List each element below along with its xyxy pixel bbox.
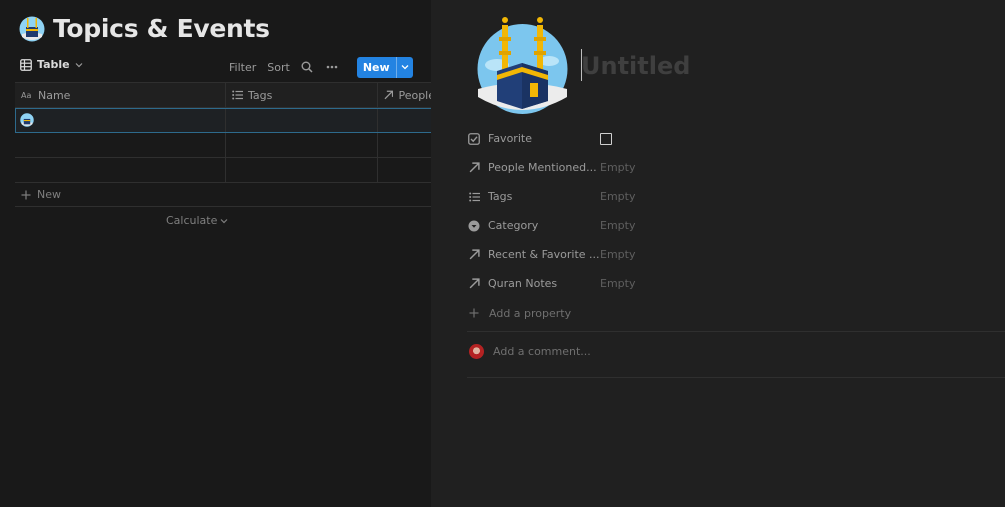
property-value[interactable]: Empty	[600, 248, 635, 261]
page-title: Topics & Events	[53, 14, 270, 43]
table-row[interactable]	[15, 133, 431, 158]
filter-button[interactable]: Filter	[229, 61, 256, 74]
view-label: Table	[37, 58, 70, 71]
plus-icon	[21, 190, 31, 199]
people-cell[interactable]	[378, 158, 431, 182]
column-header-tags[interactable]: Tags	[226, 83, 378, 107]
property-favorite[interactable]: Favorite	[467, 124, 1005, 153]
name-cell[interactable]	[15, 108, 226, 132]
property-name: Tags	[488, 190, 513, 203]
column-label: Name	[38, 88, 71, 102]
more-options-button[interactable]	[326, 65, 338, 69]
favorite-checkbox[interactable]	[600, 132, 612, 145]
relation-arrow-icon	[469, 249, 480, 260]
column-label: People	[398, 88, 431, 102]
column-label: Tags	[248, 88, 273, 102]
tags-cell[interactable]	[226, 133, 378, 157]
people-cell[interactable]	[378, 108, 431, 132]
property-quran-notes[interactable]: Quran Notes Empty	[467, 269, 1005, 298]
property-label[interactable]: People Mentioned...	[467, 161, 600, 174]
property-name: Quran Notes	[488, 277, 558, 290]
property-value[interactable]: Empty	[600, 277, 635, 290]
chevron-down-icon	[401, 65, 409, 70]
checkbox-property-icon	[468, 132, 480, 145]
chevron-down-icon	[75, 62, 83, 67]
add-row-label: New	[37, 188, 61, 201]
calculate-label: Calculate	[166, 214, 218, 227]
list-property-icon	[232, 90, 243, 100]
table-header: Aa Name Tags People	[15, 82, 431, 108]
calculate-button[interactable]: Calculate	[166, 214, 228, 227]
select-property-icon	[468, 220, 480, 231]
database-toolbar: Table Filter Sort New	[15, 56, 431, 78]
property-name: Category	[488, 219, 539, 232]
property-value[interactable]: Empty	[600, 219, 635, 232]
new-button-group: New	[356, 56, 413, 78]
property-label[interactable]: Favorite	[467, 132, 600, 145]
property-name: Recent & Favorite ...	[488, 248, 600, 261]
divider	[467, 331, 1005, 332]
chevron-down-icon	[220, 218, 228, 223]
property-recent-favorite[interactable]: Recent & Favorite ... Empty	[467, 240, 1005, 269]
property-label[interactable]: Recent & Favorite ...	[467, 248, 600, 261]
new-dropdown-button[interactable]	[395, 56, 413, 78]
comment-box[interactable]: Add a comment...	[469, 344, 591, 359]
kaaba-emoji-icon	[20, 113, 34, 127]
search-button[interactable]	[301, 61, 313, 73]
add-property-button[interactable]: Add a property	[467, 298, 1005, 328]
table-row[interactable]	[15, 158, 431, 183]
people-cell[interactable]	[378, 133, 431, 157]
search-icon	[301, 61, 313, 73]
property-label[interactable]: Quran Notes	[467, 277, 600, 290]
column-header-people[interactable]: People	[378, 83, 431, 107]
add-property-label: Add a property	[489, 306, 572, 320]
more-horizontal-icon	[326, 65, 338, 69]
property-name: Favorite	[488, 132, 532, 145]
avatar	[469, 344, 484, 359]
side-peek-panel: Untitled Favorite People Mentioned... Em…	[431, 0, 1005, 507]
table-view-icon	[20, 58, 32, 71]
name-cell[interactable]	[15, 158, 226, 182]
page-icon-kaaba[interactable]	[475, 15, 570, 115]
table-row[interactable]	[15, 108, 431, 133]
plus-icon	[469, 308, 479, 318]
property-value[interactable]: Empty	[600, 190, 635, 203]
page-title-input[interactable]: Untitled	[581, 52, 690, 80]
toolbar-actions: Filter Sort New	[229, 56, 413, 78]
list-property-icon	[468, 192, 480, 201]
sort-button[interactable]: Sort	[267, 61, 290, 74]
property-label[interactable]: Category	[467, 219, 600, 232]
relation-arrow-icon	[469, 162, 480, 173]
new-button[interactable]: New	[357, 57, 396, 78]
property-value[interactable]: Empty	[600, 161, 635, 174]
kaaba-emoji-icon[interactable]	[19, 16, 45, 42]
database-panel: Topics & Events Table Filter Sort New Aa…	[0, 0, 431, 507]
property-tags[interactable]: Tags Empty	[467, 182, 1005, 211]
relation-arrow-icon	[384, 90, 394, 100]
name-cell[interactable]	[15, 133, 226, 157]
tags-cell[interactable]	[226, 158, 378, 182]
tags-cell[interactable]	[226, 108, 378, 132]
comment-input[interactable]: Add a comment...	[493, 345, 591, 358]
property-label[interactable]: Tags	[467, 190, 600, 203]
view-switcher[interactable]: Table	[20, 58, 83, 71]
column-header-name[interactable]: Aa Name	[15, 83, 226, 107]
svg-text:Aa: Aa	[21, 91, 31, 100]
property-category[interactable]: Category Empty	[467, 211, 1005, 240]
relation-arrow-icon	[469, 278, 480, 289]
database-table: Aa Name Tags People	[15, 82, 431, 207]
text-property-icon: Aa	[21, 91, 31, 100]
property-name: People Mentioned...	[488, 161, 597, 174]
divider	[467, 377, 1005, 378]
property-people-mentioned[interactable]: People Mentioned... Empty	[467, 153, 1005, 182]
add-row-button[interactable]: New	[15, 183, 431, 207]
page-header: Topics & Events	[19, 14, 270, 43]
property-list: Favorite People Mentioned... Empty Tags …	[467, 124, 1005, 328]
